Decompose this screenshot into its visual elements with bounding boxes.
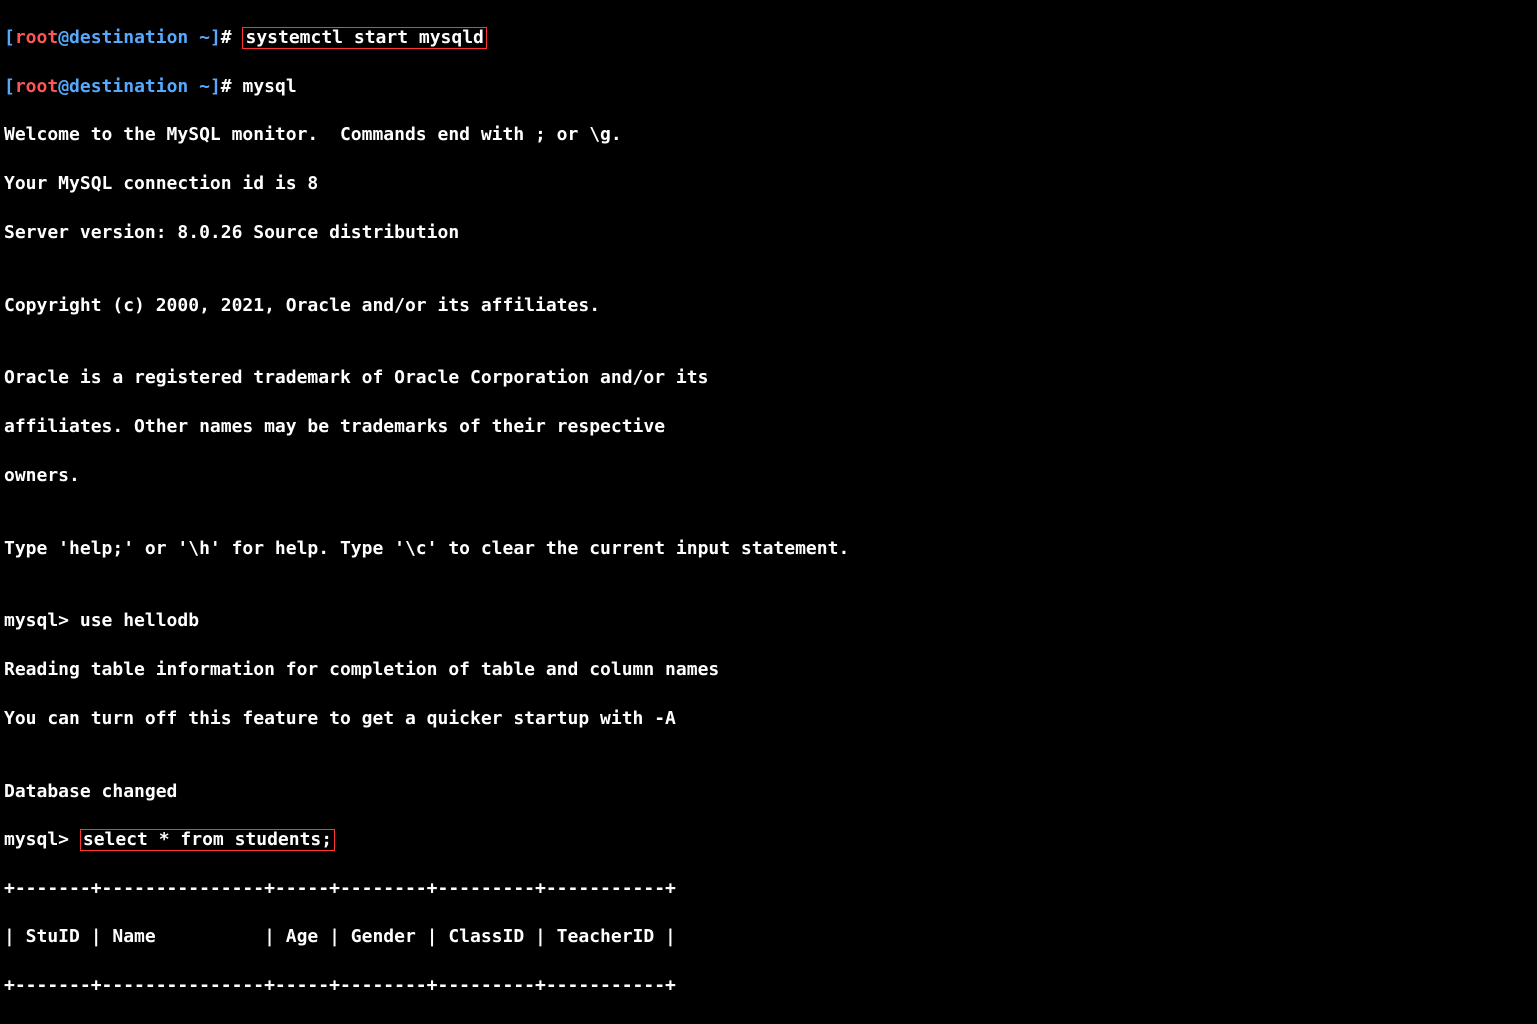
mysql-welcome-7: affiliates. Other names may be trademark… <box>4 415 1533 439</box>
shell-line-2: [root@destination ~]# mysql <box>4 75 1533 99</box>
prompt-host: destination <box>69 76 188 97</box>
prompt-at: @ <box>58 76 69 97</box>
table-border-mid: +-------+---------------+-----+--------+… <box>4 974 1533 998</box>
prompt-tilde: ~ <box>199 76 210 97</box>
command-select: select * from students; <box>80 829 335 851</box>
prompt-hash: # <box>221 76 232 97</box>
prompt-bracket-open: [ <box>4 27 15 48</box>
mysql-use-line: mysql> use hellodb <box>4 609 1533 633</box>
table-border-top: +-------+---------------+-----+--------+… <box>4 877 1533 901</box>
terminal-output[interactable]: [root@destination ~]# systemctl start my… <box>0 0 1537 1024</box>
mysql-select-line: mysql> select * from students; <box>4 828 1533 852</box>
prompt-bracket-close: ] <box>210 27 221 48</box>
command-use: use hellodb <box>80 610 199 631</box>
use-output-0: Reading table information for completion… <box>4 658 1533 682</box>
command-systemctl: systemctl start mysqld <box>242 27 486 49</box>
prompt-bracket-close: ] <box>210 76 221 97</box>
prompt-tilde: ~ <box>199 27 210 48</box>
mysql-welcome-4: Copyright (c) 2000, 2021, Oracle and/or … <box>4 294 1533 318</box>
prompt-at: @ <box>58 27 69 48</box>
mysql-welcome-1: Your MySQL connection id is 8 <box>4 172 1533 196</box>
mysql-prompt: mysql> <box>4 829 80 850</box>
prompt-hash: # <box>221 27 232 48</box>
mysql-welcome-6: Oracle is a registered trademark of Orac… <box>4 366 1533 390</box>
command-mysql: mysql <box>242 76 296 97</box>
mysql-prompt: mysql> <box>4 610 80 631</box>
prompt-host: destination <box>69 27 188 48</box>
table-header-row: | StuID | Name | Age | Gender | ClassID … <box>4 925 1533 949</box>
mysql-welcome-10: Type 'help;' or '\h' for help. Type '\c'… <box>4 537 1533 561</box>
shell-line-1: [root@destination ~]# systemctl start my… <box>4 26 1533 50</box>
prompt-user: root <box>15 27 58 48</box>
prompt-space <box>188 76 199 97</box>
prompt-bracket-open: [ <box>4 76 15 97</box>
mysql-welcome-8: owners. <box>4 464 1533 488</box>
mysql-welcome-0: Welcome to the MySQL monitor. Commands e… <box>4 123 1533 147</box>
prompt-space <box>188 27 199 48</box>
prompt-user: root <box>15 76 58 97</box>
use-output-3: Database changed <box>4 780 1533 804</box>
use-output-1: You can turn off this feature to get a q… <box>4 707 1533 731</box>
mysql-welcome-2: Server version: 8.0.26 Source distributi… <box>4 221 1533 245</box>
